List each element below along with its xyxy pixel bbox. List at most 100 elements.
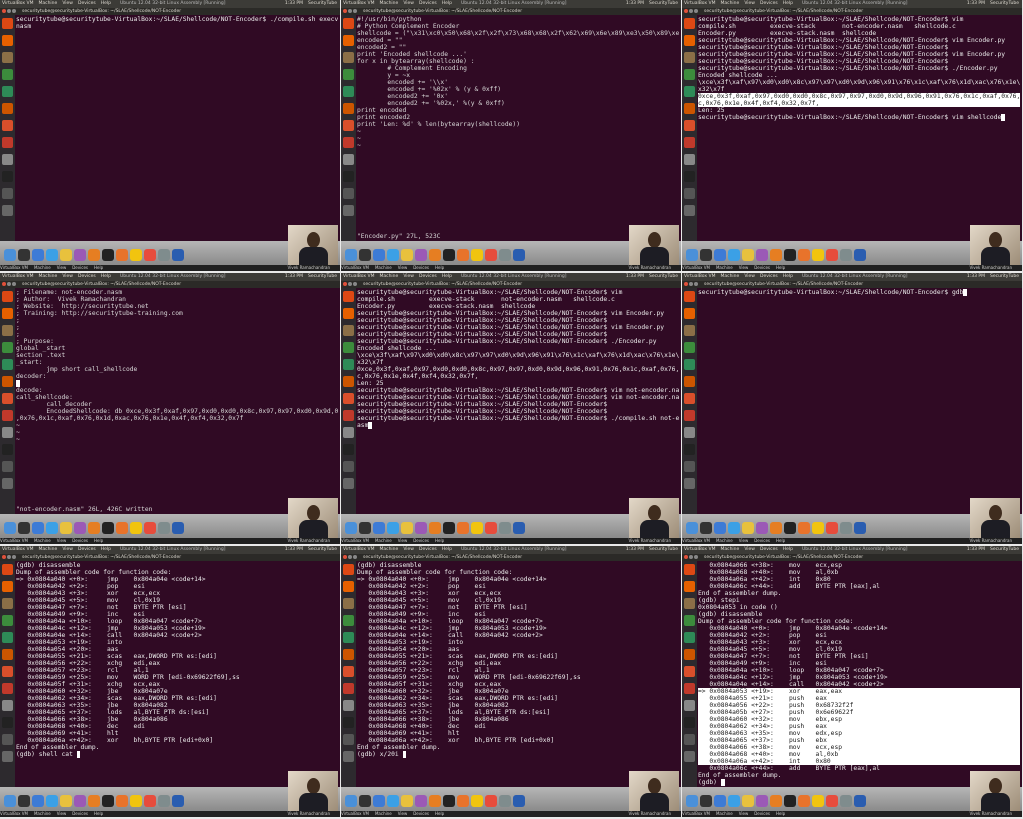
files-icon[interactable] — [2, 52, 13, 63]
dock-itunes-icon[interactable] — [74, 522, 86, 534]
files-icon[interactable] — [684, 52, 695, 63]
dock-dashboard-icon[interactable] — [18, 795, 30, 807]
office-impress-icon[interactable] — [684, 649, 695, 660]
terminal-output[interactable]: securitytube@securitytube-VirtualBox:~/S… — [698, 16, 1020, 240]
host-menu-item[interactable]: Machine — [34, 265, 51, 270]
dock-chrome-icon[interactable] — [60, 795, 72, 807]
software-center-icon[interactable] — [2, 666, 13, 677]
dock-chrome-icon[interactable] — [401, 795, 413, 807]
dock-finder-icon[interactable] — [686, 795, 698, 807]
software-center-icon[interactable] — [2, 393, 13, 404]
menu-view[interactable]: View — [62, 1, 73, 6]
office-impress-icon[interactable] — [684, 103, 695, 114]
terminal-icon[interactable] — [2, 171, 13, 182]
close-button[interactable] — [684, 9, 688, 13]
firefox-icon[interactable] — [2, 35, 13, 46]
dock-virtualbox-icon[interactable] — [513, 795, 525, 807]
dock-safari-icon[interactable] — [46, 249, 58, 261]
terminal-output[interactable]: #!/usr/bin/python # Python Complement Enc… — [357, 16, 679, 240]
terminal-icon[interactable] — [343, 171, 354, 182]
dock-firefox-icon[interactable] — [457, 795, 469, 807]
office-calc-icon[interactable] — [343, 359, 354, 370]
terminal-icon[interactable] — [684, 444, 695, 455]
ubuntu-one-icon[interactable] — [343, 683, 354, 694]
trash-icon[interactable] — [684, 205, 695, 216]
software-center-icon[interactable] — [684, 393, 695, 404]
dock-itunes-icon[interactable] — [415, 522, 427, 534]
dock-virtualbox-icon[interactable] — [854, 795, 866, 807]
tray-item[interactable]: SecurityTube — [308, 1, 337, 6]
host-menu-item[interactable]: Devices — [413, 265, 429, 270]
maximize-button[interactable] — [12, 9, 16, 13]
dock-firefox-icon[interactable] — [116, 249, 128, 261]
maximize-button[interactable] — [353, 9, 357, 13]
dock-notes-icon[interactable] — [812, 522, 824, 534]
software-center-icon[interactable] — [343, 120, 354, 131]
files-icon[interactable] — [2, 325, 13, 336]
dock-preferences-icon[interactable] — [840, 522, 852, 534]
dock-safari-icon[interactable] — [387, 249, 399, 261]
tray-item[interactable]: 1:33 PM — [967, 274, 985, 279]
host-menu-item[interactable]: Devices — [72, 811, 88, 816]
menu-devices[interactable]: Devices — [78, 547, 96, 552]
host-menu-item[interactable]: View — [739, 538, 749, 543]
dock-itunes-icon[interactable] — [756, 795, 768, 807]
office-calc-icon[interactable] — [2, 632, 13, 643]
office-impress-icon[interactable] — [684, 376, 695, 387]
software-center-icon[interactable] — [684, 666, 695, 677]
ubuntu-one-icon[interactable] — [684, 683, 695, 694]
dock-photos-icon[interactable] — [88, 249, 100, 261]
office-calc-icon[interactable] — [2, 86, 13, 97]
menu-devices[interactable]: Devices — [78, 274, 96, 279]
tray-item[interactable]: SecurityTube — [649, 547, 678, 552]
dock-firefox-icon[interactable] — [116, 795, 128, 807]
dock-terminal-icon[interactable] — [102, 795, 114, 807]
minimize-button[interactable] — [348, 555, 352, 559]
dock-dashboard-icon[interactable] — [359, 522, 371, 534]
dock-terminal-icon[interactable] — [443, 522, 455, 534]
dock-notes-icon[interactable] — [471, 249, 483, 261]
settings-icon[interactable] — [2, 700, 13, 711]
host-menu-item[interactable]: Machine — [716, 811, 733, 816]
workspaces-icon[interactable] — [684, 188, 695, 199]
firefox-icon[interactable] — [684, 308, 695, 319]
workspaces-icon[interactable] — [343, 734, 354, 745]
terminal-output[interactable]: securitytube@securitytube-VirtualBox:~/S… — [357, 289, 679, 513]
ubuntu-one-icon[interactable] — [343, 137, 354, 148]
menu-view[interactable]: View — [744, 547, 755, 552]
host-menu-item[interactable]: View — [57, 265, 67, 270]
host-menu-item[interactable]: VirtualBox VM — [341, 538, 369, 543]
ubuntu-one-icon[interactable] — [684, 410, 695, 421]
menu-view[interactable]: View — [403, 547, 414, 552]
menu-view[interactable]: View — [403, 274, 414, 279]
menu-devices[interactable]: Devices — [419, 547, 437, 552]
minimize-button[interactable] — [689, 555, 693, 559]
settings-icon[interactable] — [684, 700, 695, 711]
office-calc-icon[interactable] — [343, 632, 354, 643]
host-menu-item[interactable]: Machine — [375, 538, 392, 543]
dock-photos-icon[interactable] — [770, 795, 782, 807]
dock-notes-icon[interactable] — [130, 795, 142, 807]
dock-finder-icon[interactable] — [4, 795, 16, 807]
dock-finder-icon[interactable] — [4, 522, 16, 534]
menu-devices[interactable]: Devices — [760, 547, 778, 552]
host-menu-item[interactable]: Help — [94, 811, 103, 816]
dock-mail-icon[interactable] — [32, 249, 44, 261]
office-writer-icon[interactable] — [2, 69, 13, 80]
dock-mail-icon[interactable] — [714, 522, 726, 534]
host-menu-item[interactable]: View — [57, 811, 67, 816]
dock-calendar-icon[interactable] — [485, 795, 497, 807]
dock-safari-icon[interactable] — [46, 522, 58, 534]
menu-machine[interactable]: Machine — [379, 274, 398, 279]
firefox-icon[interactable] — [2, 581, 13, 592]
menu-devices[interactable]: Devices — [760, 1, 778, 6]
dock-finder-icon[interactable] — [4, 249, 16, 261]
dock-terminal-icon[interactable] — [102, 522, 114, 534]
host-menu-item[interactable]: Help — [435, 811, 444, 816]
tray-item[interactable]: 1:33 PM — [285, 547, 303, 552]
dash-home-icon[interactable] — [343, 18, 354, 29]
files-icon[interactable] — [684, 325, 695, 336]
dash-home-icon[interactable] — [2, 18, 13, 29]
host-menu-item[interactable]: Devices — [72, 265, 88, 270]
firefox-icon[interactable] — [343, 35, 354, 46]
